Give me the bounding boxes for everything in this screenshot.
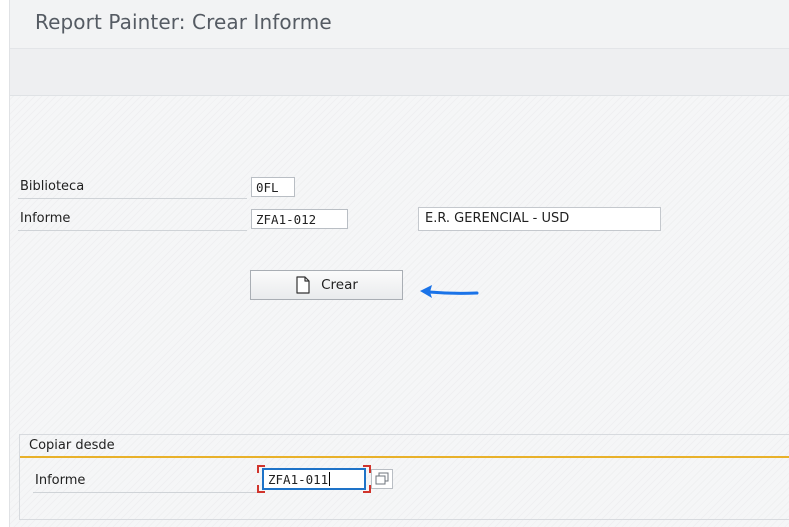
title-bar: Report Painter: Crear Informe [10,0,789,49]
application-toolbar [10,49,789,96]
value-help-button[interactable] [371,469,393,489]
create-button-label: Crear [321,277,358,293]
value-help-icon [375,472,389,485]
text-cursor [329,472,331,486]
focus-corner [257,485,265,493]
focus-corner [257,465,265,473]
document-icon [296,276,310,294]
arrow-annotation-icon [420,285,479,298]
copy-informe-value: ZFA1-011 [268,472,329,487]
informe-description: E.R. GERENCIAL - USD [418,207,661,231]
biblioteca-input[interactable]: 0FL [251,177,295,197]
create-button[interactable]: Crear [250,270,403,300]
biblioteca-label: Biblioteca [18,176,247,199]
focus-corner [363,485,371,493]
copy-informe-label: Informe [33,470,260,493]
window-title: Report Painter: Crear Informe [35,10,332,34]
group-accent-line [20,456,789,458]
copy-from-title: Copiar desde [29,438,115,453]
focus-corner [363,465,371,473]
sap-window: Report Painter: Crear Informe Biblioteca… [9,0,789,527]
copy-from-group: Copiar desde Informe ZFA1-011 [19,434,789,520]
informe-input[interactable]: ZFA1-012 [251,209,348,229]
copy-informe-input[interactable]: ZFA1-011 [257,465,371,493]
informe-label: Informe [18,208,247,231]
